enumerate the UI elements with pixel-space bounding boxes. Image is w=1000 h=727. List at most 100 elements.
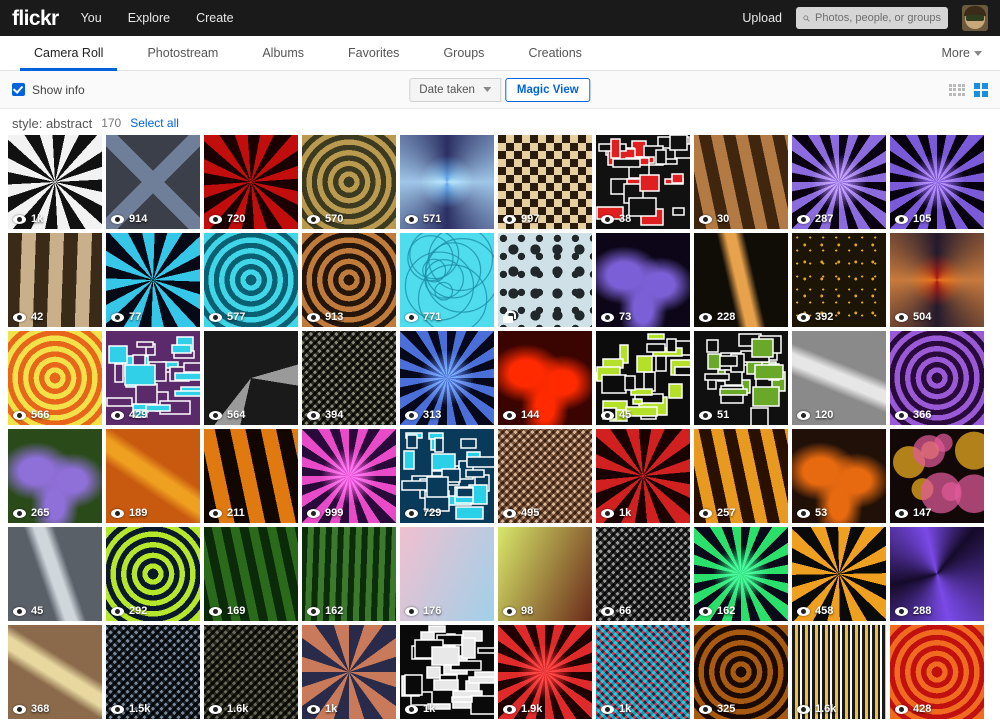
view-count-badge: 51 bbox=[699, 409, 729, 421]
photo-tile[interactable]: 720 bbox=[204, 135, 298, 229]
photo-tile[interactable] bbox=[498, 233, 592, 327]
photo-tile[interactable]: 495 bbox=[498, 429, 592, 523]
photo-tile[interactable]: 313 bbox=[400, 331, 494, 425]
view-count-badge: 169 bbox=[209, 605, 245, 617]
photo-tile[interactable]: 189 bbox=[106, 429, 200, 523]
photo-tile[interactable]: 292 bbox=[106, 527, 200, 621]
eye-icon bbox=[601, 214, 614, 224]
view-count-badge: 495 bbox=[503, 507, 539, 519]
photo-tile[interactable]: 771 bbox=[400, 233, 494, 327]
photo-tile[interactable]: 288 bbox=[890, 527, 984, 621]
photo-tile[interactable]: 1k bbox=[8, 135, 102, 229]
nav-item-explore[interactable]: Explore bbox=[128, 11, 170, 25]
select-all-link[interactable]: Select all bbox=[130, 116, 179, 130]
eye-icon bbox=[699, 508, 712, 518]
show-info-toggle[interactable]: Show info bbox=[12, 83, 85, 97]
photo-tile[interactable]: 1.6k bbox=[204, 625, 298, 719]
grid-large-icon[interactable] bbox=[974, 82, 988, 97]
eye-icon bbox=[405, 410, 418, 420]
photo-tile[interactable]: 162 bbox=[302, 527, 396, 621]
photo-tile[interactable]: 366 bbox=[890, 331, 984, 425]
photo-tile[interactable]: 66 bbox=[596, 527, 690, 621]
photo-tile[interactable]: 38 bbox=[596, 135, 690, 229]
photo-tile[interactable]: 77 bbox=[106, 233, 200, 327]
tab-photostream[interactable]: Photostream bbox=[125, 36, 240, 70]
view-count-value: 428 bbox=[913, 703, 932, 715]
view-count-badge: 98 bbox=[503, 605, 533, 617]
photo-tile[interactable]: 566 bbox=[8, 331, 102, 425]
more-menu-button[interactable]: More bbox=[942, 36, 988, 70]
magic-view-button[interactable]: Magic View bbox=[504, 77, 591, 102]
photo-tile[interactable]: 570 bbox=[302, 135, 396, 229]
photo-tile[interactable]: 997 bbox=[498, 135, 592, 229]
photo-tile[interactable]: 564 bbox=[204, 331, 298, 425]
photo-tile[interactable]: 169 bbox=[204, 527, 298, 621]
eye-icon bbox=[111, 704, 124, 714]
photo-tile[interactable]: 1k bbox=[596, 429, 690, 523]
tab-albums[interactable]: Albums bbox=[240, 36, 326, 70]
photo-tile[interactable]: 392 bbox=[792, 233, 886, 327]
photo-tile[interactable]: 571 bbox=[400, 135, 494, 229]
photo-tile[interactable]: 429 bbox=[106, 331, 200, 425]
photo-tile[interactable]: 147 bbox=[890, 429, 984, 523]
photo-tile[interactable]: 577 bbox=[204, 233, 298, 327]
search-input[interactable]: Photos, people, or groups bbox=[796, 7, 948, 29]
view-count-value: 771 bbox=[423, 311, 442, 323]
photo-tile[interactable]: 228 bbox=[694, 233, 788, 327]
photo-tile[interactable]: 30 bbox=[694, 135, 788, 229]
photo-tile[interactable]: 287 bbox=[792, 135, 886, 229]
show-info-checkbox[interactable] bbox=[12, 83, 25, 96]
photo-tile[interactable]: 42 bbox=[8, 233, 102, 327]
photo-tile[interactable]: 265 bbox=[8, 429, 102, 523]
photo-tile[interactable]: 98 bbox=[498, 527, 592, 621]
photo-tile[interactable]: 257 bbox=[694, 429, 788, 523]
photo-tile[interactable]: 1.9k bbox=[498, 625, 592, 719]
tab-groups[interactable]: Groups bbox=[421, 36, 506, 70]
photo-tile[interactable]: 120 bbox=[792, 331, 886, 425]
photo-tile[interactable]: 73 bbox=[596, 233, 690, 327]
photo-tile[interactable]: 1k bbox=[302, 625, 396, 719]
grid-small-icon[interactable] bbox=[948, 83, 965, 96]
avatar[interactable] bbox=[962, 5, 988, 31]
view-count-value: 288 bbox=[913, 605, 932, 617]
view-count-value: 292 bbox=[129, 605, 148, 617]
view-count-value: 42 bbox=[31, 311, 44, 323]
photo-tile[interactable]: 1k bbox=[596, 625, 690, 719]
photo-tile[interactable]: 53 bbox=[792, 429, 886, 523]
photo-tile[interactable]: 105 bbox=[890, 135, 984, 229]
tab-favorites[interactable]: Favorites bbox=[326, 36, 421, 70]
photo-tile[interactable]: 914 bbox=[106, 135, 200, 229]
view-count-badge: 997 bbox=[503, 213, 539, 225]
photo-tile[interactable]: 45 bbox=[596, 331, 690, 425]
photo-tile[interactable]: 45 bbox=[8, 527, 102, 621]
photo-tile[interactable]: 144 bbox=[498, 331, 592, 425]
view-count-value: 169 bbox=[227, 605, 246, 617]
upload-button[interactable]: Upload bbox=[742, 11, 782, 25]
sort-dropdown[interactable]: Date taken bbox=[409, 77, 501, 102]
tab-camera-roll[interactable]: Camera Roll bbox=[12, 36, 125, 71]
nav-item-you[interactable]: You bbox=[81, 11, 102, 25]
photo-tile[interactable]: 999 bbox=[302, 429, 396, 523]
view-count-badge: 504 bbox=[895, 311, 931, 323]
photo-tile[interactable]: 325 bbox=[694, 625, 788, 719]
tab-creations[interactable]: Creations bbox=[506, 36, 604, 70]
nav-item-create[interactable]: Create bbox=[196, 11, 234, 25]
flickr-logo[interactable]: flickr bbox=[12, 8, 59, 29]
lock-icon bbox=[503, 311, 516, 323]
photo-tile[interactable]: 504 bbox=[890, 233, 984, 327]
view-count-value: 162 bbox=[325, 605, 344, 617]
photo-tile[interactable]: 368 bbox=[8, 625, 102, 719]
photo-tile[interactable]: 913 bbox=[302, 233, 396, 327]
photo-tile[interactable]: 1k bbox=[400, 625, 494, 719]
view-count-value: 228 bbox=[717, 311, 736, 323]
photo-tile[interactable]: 162 bbox=[694, 527, 788, 621]
photo-tile[interactable]: 211 bbox=[204, 429, 298, 523]
photo-tile[interactable]: 51 bbox=[694, 331, 788, 425]
photo-tile[interactable]: 1.6k bbox=[792, 625, 886, 719]
photo-tile[interactable]: 428 bbox=[890, 625, 984, 719]
photo-tile[interactable]: 176 bbox=[400, 527, 494, 621]
photo-tile[interactable]: 394 bbox=[302, 331, 396, 425]
photo-tile[interactable]: 1.5k bbox=[106, 625, 200, 719]
photo-tile[interactable]: 458 bbox=[792, 527, 886, 621]
photo-tile[interactable]: 729 bbox=[400, 429, 494, 523]
